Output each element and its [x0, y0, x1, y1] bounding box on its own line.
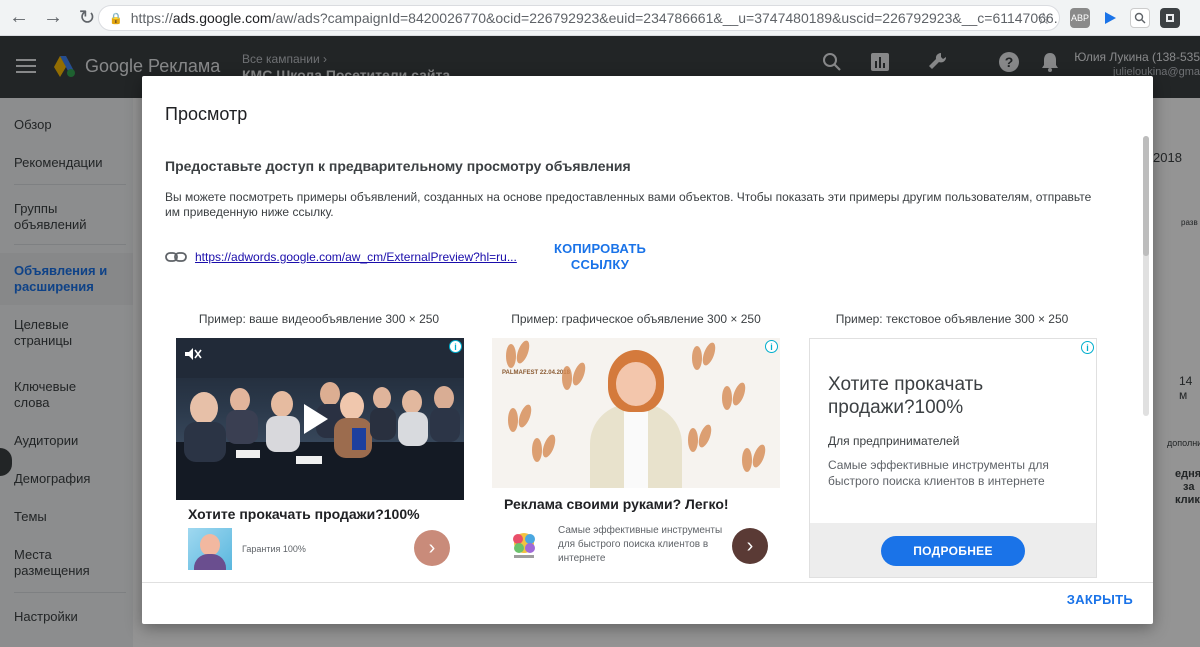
close-button[interactable]: ЗАКРЫТЬ [1067, 592, 1133, 607]
dialog-footer-divider [142, 582, 1153, 583]
mute-icon[interactable] [184, 347, 202, 361]
image-ad-body: Самые эффективные инструменты для быстро… [558, 525, 723, 564]
text-ad-description: Самые эффективные инструменты для быстро… [828, 458, 1049, 488]
video-ad-preview: i Хотите прокачать продажи?100% Гарантия… [176, 338, 464, 578]
copy-link-button[interactable]: КОПИРОВАТЬ ССЫЛКУ [550, 241, 650, 273]
text-ad-body-area[interactable] [810, 339, 1096, 523]
link-icon [165, 252, 187, 262]
game-extension-icon[interactable] [1160, 8, 1180, 28]
video-ad-caption: Пример: ваше видеообъявление 300 × 250 [198, 312, 440, 326]
text-ad-preview: i Хотите прокачать продажи?100% Для пред… [809, 338, 1097, 578]
image-ad-arrow-button[interactable]: › [732, 528, 768, 564]
image-ad-preview: PALMAFEST 22.04.2018 i Реклама своими ру… [492, 338, 780, 578]
text-ad-caption: Пример: текстовое объявление 300 × 250 [835, 312, 1069, 326]
share-preview-heading: Предоставьте доступ к предварительному п… [165, 158, 631, 174]
ad-info-icon[interactable]: i [449, 340, 462, 353]
text-ad-more-button[interactable]: ПОДРОБНЕЕ [881, 536, 1025, 566]
lock-icon: 🔒 [109, 12, 123, 25]
video-player[interactable]: i [176, 338, 464, 500]
text-ad-headline[interactable]: Хотите прокачать продажи?100% [828, 373, 1068, 419]
url-rest: /aw/ads?campaignId=8420026770&ocid=22679… [271, 10, 1060, 26]
image-ad-caption: Пример: графическое объявление 300 × 250 [511, 312, 761, 326]
video-ad-arrow-button[interactable]: › [414, 530, 450, 566]
address-bar[interactable]: 🔒 https://ads.google.com/aw/ads?campaign… [98, 5, 1060, 31]
play-icon[interactable] [304, 404, 328, 434]
adblock-label: ABP [1070, 13, 1089, 23]
video-ad-thumbnail[interactable] [188, 528, 232, 570]
back-arrow-icon[interactable]: ← [4, 3, 34, 33]
browser-toolbar: ← → ↻ 🔒 https://ads.google.com/aw/ads?ca… [0, 0, 1200, 36]
search-extension-icon[interactable] [1130, 8, 1150, 28]
preview-dialog: Просмотр Предоставьте доступ к предварит… [142, 76, 1153, 624]
preview-url-link[interactable]: https://adwords.google.com/aw_cm/Externa… [195, 250, 517, 264]
dialog-title: Просмотр [165, 104, 248, 124]
forward-arrow-icon[interactable]: → [38, 3, 68, 33]
adblock-extension-icon[interactable]: ABP [1070, 8, 1090, 28]
palmafest-label: PALMAFEST 22.04.2018 [502, 370, 570, 376]
share-preview-description: Вы можете посмотреть примеры объявлений,… [165, 190, 1092, 219]
text-ad-subtitle: Для предпринимателей [828, 434, 960, 448]
image-ad-logo-icon [513, 533, 535, 558]
ad-info-icon[interactable]: i [1081, 341, 1094, 354]
video-ad-guarantee: Гарантия 100% [242, 544, 306, 554]
url-prefix: https:// [130, 10, 173, 26]
bookmark-star-icon[interactable]: ☆ [1037, 9, 1051, 29]
image-ad-headline[interactable]: Реклама своими руками? Легко! [504, 496, 729, 512]
video-ad-headline[interactable]: Хотите прокачать продажи?100% [188, 506, 420, 522]
ad-info-icon[interactable]: i [765, 340, 778, 353]
play-extension-icon[interactable] [1100, 8, 1120, 28]
image-ad-photo[interactable]: PALMAFEST 22.04.2018 i [492, 338, 780, 488]
url-host: ads.google.com [172, 10, 272, 26]
dialog-scrollbar-thumb[interactable] [1143, 136, 1149, 256]
